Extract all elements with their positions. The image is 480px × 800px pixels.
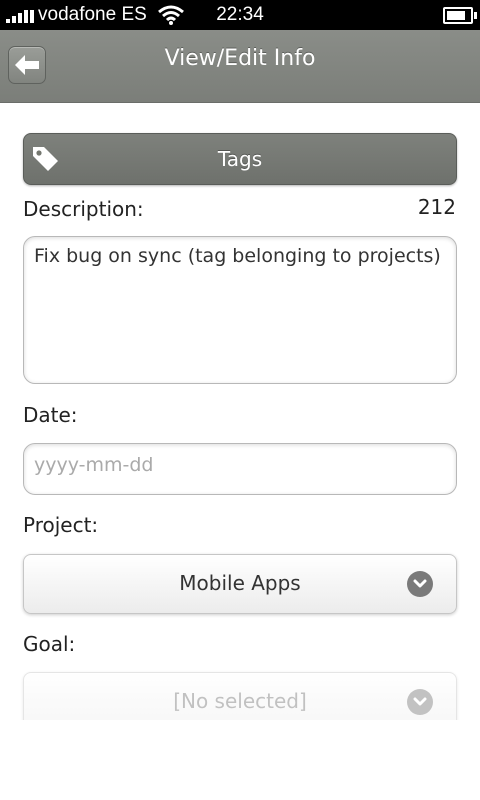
chevron-down-icon	[407, 689, 433, 715]
page-title: View/Edit Info	[164, 46, 316, 71]
screen: vodafone ES 22:34 View/Edit Info Tags De…	[0, 0, 480, 720]
edit-form: Tags Description: 212 Fix bug on sync (t…	[0, 103, 480, 720]
chevron-down-icon	[407, 571, 433, 597]
battery-icon	[443, 7, 477, 24]
date-label: Date:	[23, 403, 78, 427]
goal-selected-value: [No selected]	[173, 689, 307, 713]
project-selected-value: Mobile Apps	[179, 571, 301, 595]
header-bar: View/Edit Info	[0, 30, 480, 103]
description-textarea[interactable]: Fix bug on sync (tag belonging to projec…	[23, 236, 457, 384]
tags-button-label: Tags	[217, 147, 263, 171]
clock: 22:34	[216, 4, 264, 25]
goal-select[interactable]: [No selected]	[23, 672, 457, 720]
description-char-count: 212	[417, 195, 456, 219]
status-bar: vodafone ES 22:34	[0, 0, 480, 30]
description-label: Description:	[23, 197, 144, 221]
project-select[interactable]: Mobile Apps	[23, 554, 457, 614]
tags-button[interactable]: Tags	[23, 133, 457, 185]
goal-label: Goal:	[23, 632, 76, 656]
project-label: Project:	[23, 513, 99, 537]
date-input[interactable]: yyyy-mm-dd	[23, 443, 457, 495]
